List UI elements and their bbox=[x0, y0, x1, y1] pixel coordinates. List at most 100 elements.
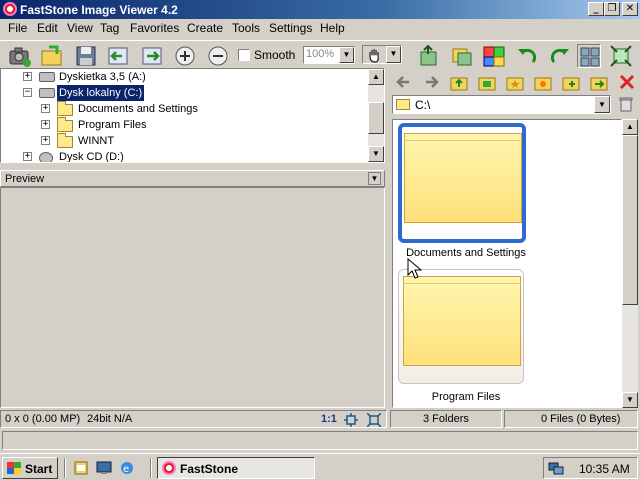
tree-item-winnt[interactable]: + WINNT bbox=[1, 133, 371, 149]
trash-icon bbox=[619, 97, 633, 112]
arrow-left-icon bbox=[108, 47, 128, 65]
tree-item-program-files[interactable]: + Program Files bbox=[1, 117, 371, 133]
chevron-down-icon[interactable]: ▼ bbox=[339, 47, 354, 63]
fullscreen-icon bbox=[610, 45, 632, 67]
smooth-checkbox-box[interactable] bbox=[238, 49, 250, 61]
image-dimensions: 0 x 0 (0.00 MP) bbox=[5, 413, 81, 425]
back-button[interactable] bbox=[394, 72, 414, 92]
explorer-icon[interactable] bbox=[73, 460, 89, 476]
preview-header: Preview ▼ bbox=[0, 170, 385, 187]
actual-size-button[interactable]: 1:1 bbox=[321, 413, 337, 425]
folder-icon bbox=[57, 117, 73, 132]
tree-expander[interactable]: + bbox=[41, 136, 50, 145]
chevron-down-icon[interactable]: ▼ bbox=[368, 172, 381, 185]
menu-settings[interactable]: Settings bbox=[269, 21, 312, 35]
scroll-down-button[interactable]: ▼ bbox=[622, 392, 638, 408]
next-button[interactable] bbox=[140, 44, 164, 68]
tree-item-label: Dysk CD (D:) bbox=[59, 151, 124, 163]
tree-item-label: WINNT bbox=[78, 135, 115, 147]
forward-button[interactable] bbox=[421, 72, 441, 92]
menu-tools[interactable]: Tools bbox=[232, 21, 260, 35]
save-icon bbox=[76, 46, 96, 66]
images-folder-button[interactable] bbox=[533, 72, 553, 92]
zoom-in-button[interactable] bbox=[173, 44, 197, 68]
path-combobox[interactable]: C:\ ▼ bbox=[392, 95, 611, 114]
convert-icon bbox=[483, 46, 505, 67]
recycle-bin-button[interactable] bbox=[618, 96, 634, 112]
scroll-thumb[interactable] bbox=[368, 102, 384, 134]
zoom-out-button[interactable] bbox=[206, 44, 230, 68]
add-favorite-button[interactable] bbox=[561, 72, 581, 92]
fullscreen-button[interactable] bbox=[609, 44, 633, 68]
smooth-label: Smooth bbox=[254, 48, 296, 62]
fit-icon[interactable] bbox=[344, 413, 358, 427]
save-button[interactable] bbox=[74, 44, 98, 68]
tree-item-documents-and-settings[interactable]: + Documents and Settings bbox=[1, 101, 371, 117]
thumbnail-program-files[interactable] bbox=[398, 269, 524, 384]
thumbnail-view-button[interactable] bbox=[577, 44, 601, 68]
hand-tool-select[interactable]: ▼ bbox=[362, 45, 402, 64]
chevron-down-icon[interactable]: ▼ bbox=[594, 96, 610, 113]
scroll-thumb[interactable] bbox=[622, 135, 638, 305]
windows-logo-icon bbox=[7, 462, 21, 474]
file-count: 0 Files (0 Bytes) bbox=[541, 413, 621, 425]
close-button[interactable]: ✕ bbox=[622, 2, 638, 16]
menu-view[interactable]: View bbox=[67, 21, 93, 35]
folder-tree[interactable]: + Dyskietka 3,5 (A:) − Dysk lokalny (C:)… bbox=[0, 68, 385, 163]
minimize-button[interactable]: _ bbox=[588, 2, 604, 16]
tree-item-drive-a[interactable]: + Dyskietka 3,5 (A:) bbox=[1, 69, 371, 85]
toolbar: Smooth 100% ▼ ▼ bbox=[0, 40, 640, 70]
tree-item-drive-c[interactable]: − Dysk lokalny (C:) bbox=[1, 85, 371, 101]
menu-tag[interactable]: Tag bbox=[100, 21, 119, 35]
thumbnail-grid[interactable]: Documents and Settings Program Files bbox=[392, 119, 622, 408]
tree-item-drive-d[interactable]: + Dysk CD (D:) bbox=[1, 149, 371, 163]
tree-expander[interactable]: + bbox=[23, 152, 32, 161]
thumbnail-scrollbar[interactable]: ▲ ▼ bbox=[622, 119, 638, 408]
browser-nav-bar bbox=[390, 70, 640, 92]
menu-file[interactable]: File bbox=[8, 21, 27, 35]
zoom-out-icon bbox=[208, 46, 228, 66]
acquire-button[interactable] bbox=[8, 44, 32, 68]
move-to-button[interactable] bbox=[416, 44, 440, 68]
folder-count-status: 3 Folders bbox=[390, 410, 502, 428]
copy-to-button[interactable] bbox=[450, 44, 474, 68]
taskbar-item-faststone[interactable]: FastStone bbox=[157, 457, 315, 479]
preview-label: Preview bbox=[5, 173, 45, 185]
up-folder-button[interactable] bbox=[449, 72, 469, 92]
network-icon[interactable] bbox=[548, 461, 564, 475]
menu-help[interactable]: Help bbox=[320, 21, 345, 35]
maximize-button[interactable]: ❐ bbox=[604, 2, 620, 16]
desktop-icon[interactable] bbox=[96, 460, 112, 476]
fullscreen-icon[interactable] bbox=[367, 413, 381, 427]
zoom-select[interactable]: 100% ▼ bbox=[303, 46, 355, 64]
menu-favorites[interactable]: Favorites bbox=[130, 21, 179, 35]
chevron-down-icon[interactable]: ▼ bbox=[386, 46, 401, 63]
tree-expander[interactable]: + bbox=[41, 120, 50, 129]
rotate-right-button[interactable] bbox=[548, 44, 572, 68]
desktop-folder-button[interactable] bbox=[477, 72, 497, 92]
scroll-up-button[interactable]: ▲ bbox=[622, 119, 638, 135]
open-button[interactable] bbox=[40, 44, 64, 68]
menu-create[interactable]: Create bbox=[187, 21, 223, 35]
scroll-down-button[interactable]: ▼ bbox=[368, 146, 384, 162]
delete-button[interactable] bbox=[617, 72, 637, 92]
menu-edit[interactable]: Edit bbox=[37, 21, 58, 35]
thumbnail-documents-and-settings[interactable] bbox=[398, 123, 526, 243]
batch-convert-button[interactable] bbox=[482, 44, 506, 68]
favorites-folder-button[interactable] bbox=[505, 72, 525, 92]
tree-scrollbar[interactable]: ▲ ▼ bbox=[368, 69, 384, 162]
previous-button[interactable] bbox=[106, 44, 130, 68]
internet-explorer-icon[interactable]: e bbox=[119, 460, 135, 476]
favorite-folder-icon bbox=[506, 77, 524, 91]
scroll-up-button[interactable]: ▲ bbox=[368, 69, 384, 85]
tree-expander[interactable]: + bbox=[41, 104, 50, 113]
file-count-status: 0 Files (0 Bytes) bbox=[504, 410, 638, 428]
tree-expander[interactable]: − bbox=[23, 88, 32, 97]
cd-drive-icon bbox=[39, 152, 53, 162]
refresh-button[interactable] bbox=[589, 72, 609, 92]
start-button[interactable]: Start bbox=[2, 457, 58, 479]
rotate-left-button[interactable] bbox=[515, 44, 539, 68]
image-status-bar: 0 x 0 (0.00 MP) 24bit N/A 1:1 bbox=[0, 410, 387, 428]
app-icon bbox=[3, 2, 17, 16]
tree-expander[interactable]: + bbox=[23, 72, 32, 81]
